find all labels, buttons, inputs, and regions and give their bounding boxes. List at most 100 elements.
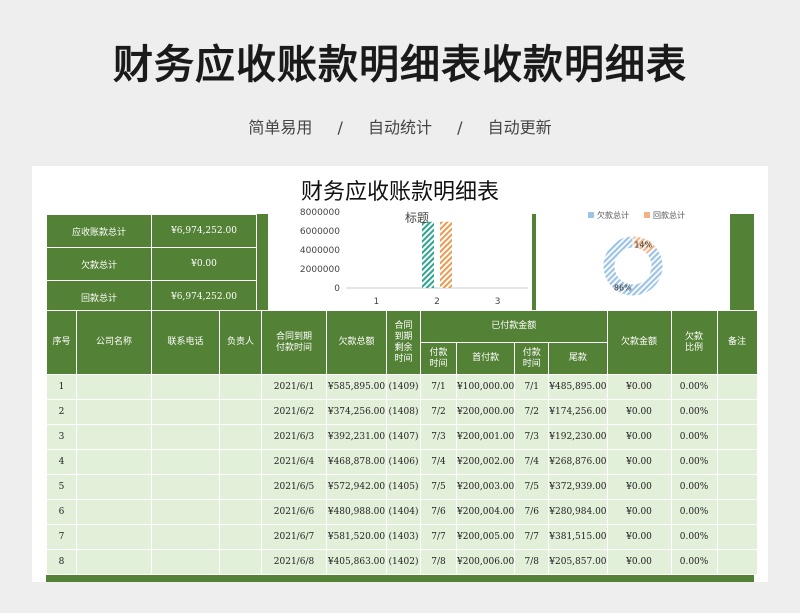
cell-remain[interactable]: (1405): [386, 474, 421, 500]
cell-pay-time-1[interactable]: 7/8: [420, 549, 457, 575]
cell-pay-time-1[interactable]: 7/6: [420, 499, 457, 525]
cell-ratio[interactable]: 0.00%: [670, 449, 718, 475]
cell-seq[interactable]: 5: [46, 474, 77, 500]
cell-owner[interactable]: [219, 424, 262, 450]
cell-remain[interactable]: (1408): [386, 399, 421, 425]
cell-phone[interactable]: [151, 474, 220, 500]
cell-due[interactable]: 2021/6/8: [261, 549, 327, 575]
cell-remain[interactable]: (1402): [386, 549, 421, 575]
cell-owed[interactable]: ¥0.00: [606, 499, 672, 525]
cell-tail[interactable]: ¥192,230.00: [548, 424, 608, 450]
cell-due[interactable]: 2021/6/4: [261, 449, 327, 475]
cell-company[interactable]: [76, 374, 152, 400]
cell-total[interactable]: ¥572,942.00: [326, 474, 387, 500]
cell-ratio[interactable]: 0.00%: [670, 374, 718, 400]
cell-phone[interactable]: [151, 374, 220, 400]
cell-seq[interactable]: 1: [46, 374, 77, 400]
cell-owner[interactable]: [219, 499, 262, 525]
cell-remain[interactable]: (1409): [386, 374, 421, 400]
cell-owed[interactable]: ¥0.00: [606, 399, 672, 425]
cell-first[interactable]: ¥200,005.00: [455, 524, 516, 550]
cell-seq[interactable]: 3: [46, 424, 77, 450]
cell-seq[interactable]: 6: [46, 499, 77, 525]
cell-note[interactable]: [716, 424, 758, 450]
cell-seq[interactable]: 4: [46, 449, 77, 475]
cell-note[interactable]: [716, 549, 758, 575]
cell-phone[interactable]: [151, 399, 220, 425]
cell-company[interactable]: [76, 474, 152, 500]
cell-note[interactable]: [716, 524, 758, 550]
cell-pay-time-1[interactable]: 7/2: [420, 399, 457, 425]
cell-tail[interactable]: ¥485,895.00: [548, 374, 608, 400]
cell-company[interactable]: [76, 399, 152, 425]
cell-owed[interactable]: ¥0.00: [606, 374, 672, 400]
cell-total[interactable]: ¥581,520.00: [326, 524, 387, 550]
cell-first[interactable]: ¥200,001.00: [455, 424, 516, 450]
cell-total[interactable]: ¥405,863.00: [326, 549, 387, 575]
bar-chart[interactable]: 8000000 6000000 4000000 2000000 0 1 2 3 标题: [268, 202, 532, 314]
cell-seq[interactable]: 8: [46, 549, 77, 575]
cell-pay-time-2[interactable]: 7/3: [514, 424, 550, 450]
cell-tail[interactable]: ¥205,857.00: [548, 549, 608, 575]
cell-pay-time-2[interactable]: 7/7: [514, 524, 550, 550]
cell-remain[interactable]: (1406): [386, 449, 421, 475]
cell-company[interactable]: [76, 549, 152, 575]
cell-pay-time-2[interactable]: 7/5: [514, 474, 550, 500]
cell-seq[interactable]: 7: [46, 524, 77, 550]
cell-owed[interactable]: ¥0.00: [606, 449, 672, 475]
cell-ratio[interactable]: 0.00%: [670, 524, 718, 550]
cell-remain[interactable]: (1403): [386, 524, 421, 550]
cell-due[interactable]: 2021/6/2: [261, 399, 327, 425]
cell-pay-time-1[interactable]: 7/4: [420, 449, 457, 475]
cell-due[interactable]: 2021/6/6: [261, 499, 327, 525]
cell-first[interactable]: ¥200,006.00: [455, 549, 516, 575]
cell-note[interactable]: [716, 399, 758, 425]
cell-tail[interactable]: ¥174,256.00: [548, 399, 608, 425]
cell-due[interactable]: 2021/6/1: [261, 374, 327, 400]
cell-owed[interactable]: ¥0.00: [606, 424, 672, 450]
cell-owner[interactable]: [219, 524, 262, 550]
cell-seq[interactable]: 2: [46, 399, 77, 425]
cell-ratio[interactable]: 0.00%: [670, 549, 718, 575]
donut-chart[interactable]: 欠款总计 回款总计 86% 14%: [536, 204, 730, 314]
cell-due[interactable]: 2021/6/7: [261, 524, 327, 550]
cell-first[interactable]: ¥200,000.00: [455, 399, 516, 425]
cell-owner[interactable]: [219, 549, 262, 575]
cell-first[interactable]: ¥200,003.00: [455, 474, 516, 500]
cell-note[interactable]: [716, 374, 758, 400]
cell-note[interactable]: [716, 499, 758, 525]
cell-pay-time-2[interactable]: 7/6: [514, 499, 550, 525]
cell-pay-time-2[interactable]: 7/8: [514, 549, 550, 575]
cell-company[interactable]: [76, 524, 152, 550]
cell-owed[interactable]: ¥0.00: [606, 474, 672, 500]
cell-note[interactable]: [716, 449, 758, 475]
cell-note[interactable]: [716, 474, 758, 500]
cell-company[interactable]: [76, 424, 152, 450]
cell-pay-time-1[interactable]: 7/3: [420, 424, 457, 450]
cell-first[interactable]: ¥100,000.00: [455, 374, 516, 400]
cell-first[interactable]: ¥200,004.00: [455, 499, 516, 525]
cell-first[interactable]: ¥200,002.00: [455, 449, 516, 475]
cell-total[interactable]: ¥392,231.00: [326, 424, 387, 450]
cell-pay-time-1[interactable]: 7/5: [420, 474, 457, 500]
cell-pay-time-2[interactable]: 7/2: [514, 399, 550, 425]
cell-total[interactable]: ¥468,878.00: [326, 449, 387, 475]
cell-company[interactable]: [76, 449, 152, 475]
cell-owner[interactable]: [219, 399, 262, 425]
cell-owner[interactable]: [219, 374, 262, 400]
cell-total[interactable]: ¥585,895.00: [326, 374, 387, 400]
cell-ratio[interactable]: 0.00%: [670, 474, 718, 500]
cell-phone[interactable]: [151, 449, 220, 475]
cell-phone[interactable]: [151, 499, 220, 525]
cell-pay-time-1[interactable]: 7/1: [420, 374, 457, 400]
cell-total[interactable]: ¥374,256.00: [326, 399, 387, 425]
cell-ratio[interactable]: 0.00%: [670, 399, 718, 425]
cell-phone[interactable]: [151, 524, 220, 550]
cell-owed[interactable]: ¥0.00: [606, 549, 672, 575]
cell-owed[interactable]: ¥0.00: [606, 524, 672, 550]
cell-tail[interactable]: ¥268,876.00: [548, 449, 608, 475]
cell-ratio[interactable]: 0.00%: [670, 499, 718, 525]
cell-owner[interactable]: [219, 474, 262, 500]
cell-remain[interactable]: (1407): [386, 424, 421, 450]
cell-pay-time-2[interactable]: 7/4: [514, 449, 550, 475]
